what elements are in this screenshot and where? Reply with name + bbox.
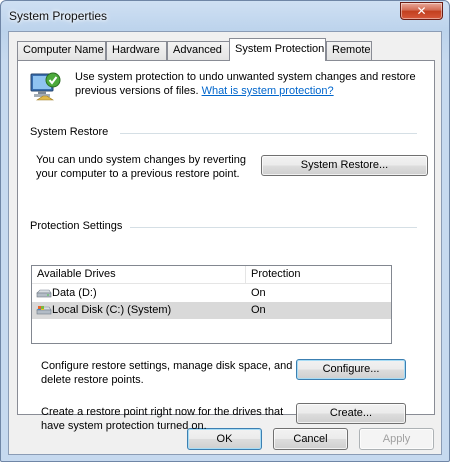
what-is-system-protection-link[interactable]: What is system protection? [202, 85, 334, 97]
intro-description: Use system protection to undo unwanted s… [75, 70, 425, 98]
system-drive-icon [36, 306, 52, 315]
tab-system-protection[interactable]: System Protection [229, 38, 326, 61]
system-restore-divider [120, 133, 417, 134]
column-header-available-drives[interactable]: Available Drives [32, 266, 246, 284]
drives-list-header: Available Drives Protection [32, 266, 391, 284]
system-restore-heading: System Restore [30, 126, 109, 138]
close-icon: ✕ [416, 4, 427, 18]
configure-description: Configure restore settings, manage disk … [41, 360, 293, 386]
drive-name: Local Disk (C:) (System) [52, 304, 172, 316]
protection-settings-divider [130, 227, 417, 228]
drive-row-data[interactable]: Data (D:) On [32, 285, 391, 302]
drive-icon [36, 289, 52, 298]
create-button[interactable]: Create... [296, 403, 406, 424]
apply-button[interactable]: Apply [359, 428, 434, 450]
tab-advanced[interactable]: Advanced [167, 41, 230, 60]
window-title: System Properties [9, 9, 108, 23]
column-header-protection[interactable]: Protection [246, 266, 391, 284]
system-protection-icon [30, 72, 61, 101]
tab-hardware[interactable]: Hardware [106, 41, 167, 60]
system-protection-panel: Use system protection to undo unwanted s… [17, 60, 435, 432]
drive-name: Data (D:) [52, 287, 97, 299]
tab-remote[interactable]: Remote [326, 41, 372, 60]
dialog-client-area: Computer Name Hardware Advanced System P… [8, 31, 442, 455]
drives-list[interactable]: Available Drives Protection Data (D:) On [31, 265, 392, 344]
create-description: Create a restore point right now for the… [41, 406, 284, 432]
drive-protection-status: On [251, 287, 266, 299]
system-restore-button[interactable]: System Restore... [261, 155, 428, 176]
title-bar[interactable]: System Properties ✕ [1, 1, 449, 31]
system-properties-window: System Properties ✕ Computer Name Hardwa… [0, 0, 450, 462]
protection-settings-heading: Protection Settings [30, 220, 123, 232]
tab-computer-name[interactable]: Computer Name [17, 41, 106, 60]
drive-protection-status: On [251, 304, 266, 316]
configure-button[interactable]: Configure... [296, 359, 406, 380]
drive-row-local-disk[interactable]: Local Disk (C:) (System) On [32, 302, 391, 319]
close-button[interactable]: ✕ [400, 2, 443, 20]
system-restore-description: You can undo system changes by reverting… [36, 154, 246, 180]
